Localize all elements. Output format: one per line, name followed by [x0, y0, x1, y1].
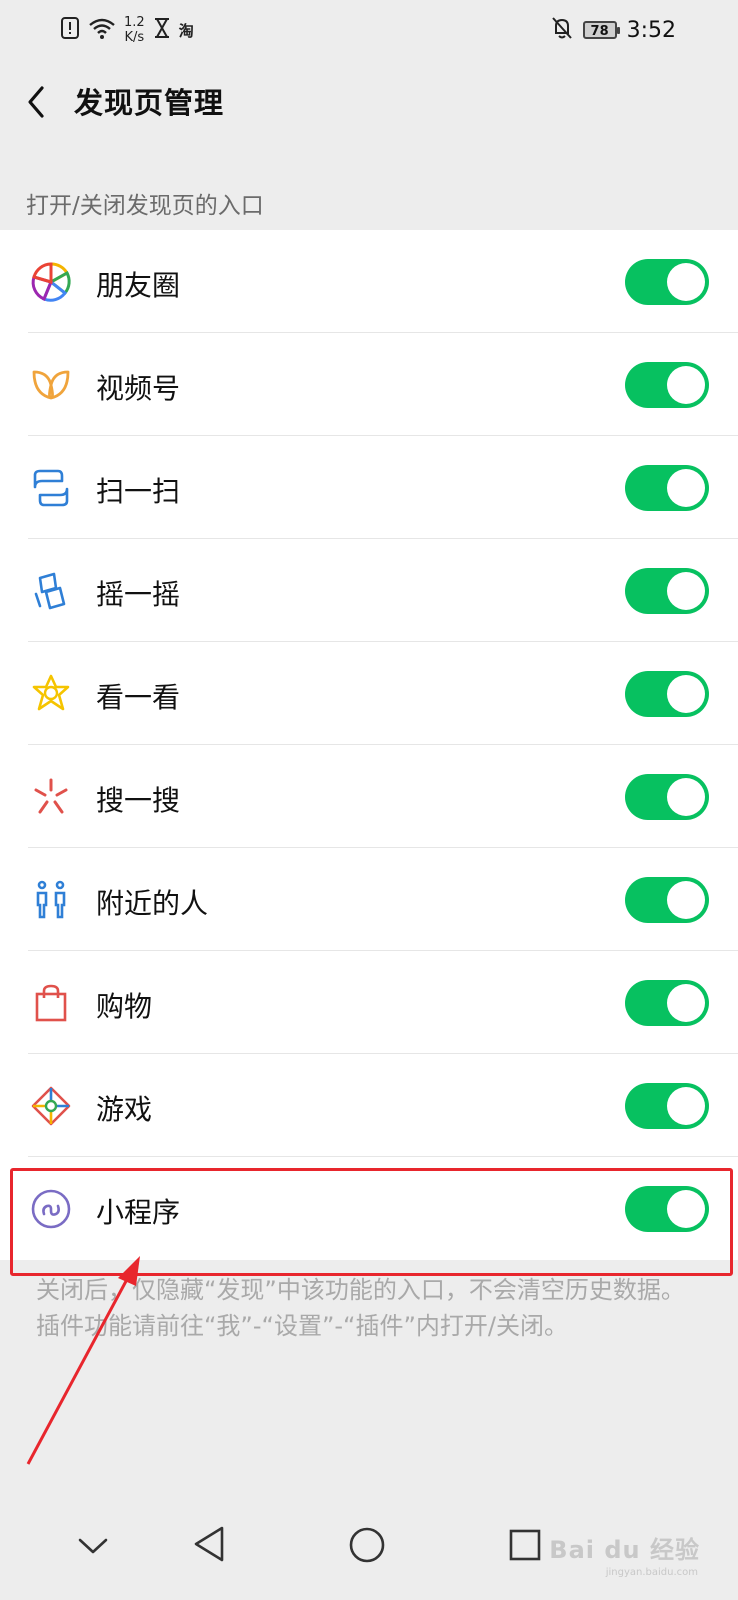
- toggle-knob: [667, 778, 705, 816]
- title-bar: 发现页管理: [0, 58, 738, 146]
- toggle-knob: [667, 572, 705, 610]
- people-nearby-icon: [30, 879, 72, 921]
- item-label: 扫一扫: [96, 475, 181, 508]
- top-stories-icon: [30, 673, 72, 715]
- battery-indicator: 78: [582, 21, 620, 39]
- wifi-icon: [88, 17, 116, 43]
- list-item-moments[interactable]: 朋友圈: [0, 230, 738, 333]
- shopping-icon: [30, 982, 72, 1024]
- item-label: 视频号: [96, 372, 181, 405]
- bell-muted-icon: [551, 16, 573, 44]
- list-item-shake[interactable]: 摇一摇: [0, 539, 738, 642]
- toggle-switch[interactable]: [625, 774, 709, 820]
- hide-keyboard-icon[interactable]: [76, 1534, 110, 1558]
- toggle-switch[interactable]: [625, 1083, 709, 1129]
- list-item-channels[interactable]: 视频号: [0, 333, 738, 436]
- home-nav-icon[interactable]: [348, 1526, 386, 1564]
- toggle-switch[interactable]: [625, 671, 709, 717]
- clock: 3:52: [626, 17, 676, 43]
- status-bar: 1.2 K/s 淘 78 3:52: [0, 0, 738, 58]
- toggle-knob: [667, 469, 705, 507]
- speed-unit: K/s: [124, 30, 145, 45]
- toggle-switch[interactable]: [625, 362, 709, 408]
- list-item-people-nearby[interactable]: 附近的人: [0, 848, 738, 951]
- toggle-knob: [667, 675, 705, 713]
- toggle-knob: [667, 263, 705, 301]
- toggle-switch[interactable]: [625, 259, 709, 305]
- games-icon: [30, 1085, 72, 1127]
- toggle-switch[interactable]: [625, 568, 709, 614]
- toggle-switch[interactable]: [625, 877, 709, 923]
- watermark-logo: Bai du 经验: [549, 1536, 700, 1564]
- list-item-scan[interactable]: 扫一扫: [0, 436, 738, 539]
- item-label: 看一看: [96, 681, 181, 714]
- list-item-top-stories[interactable]: 看一看: [0, 642, 738, 745]
- moments-icon: [30, 261, 72, 303]
- back-icon[interactable]: [22, 82, 52, 122]
- shake-icon: [30, 570, 72, 612]
- toggle-knob: [667, 984, 705, 1022]
- scan-icon: [30, 467, 72, 509]
- toggle-knob: [667, 881, 705, 919]
- item-label: 附近的人: [96, 887, 209, 920]
- speed-value: 1.2: [124, 15, 145, 30]
- channels-icon: [30, 364, 72, 406]
- hourglass-icon: [153, 17, 171, 43]
- item-label: 购物: [96, 990, 153, 1023]
- list-item-search[interactable]: 搜一搜: [0, 745, 738, 848]
- search-icon: [30, 776, 72, 818]
- network-speed: 1.2 K/s: [124, 15, 145, 45]
- toggle-knob: [667, 366, 705, 404]
- back-nav-icon[interactable]: [192, 1524, 226, 1564]
- arrow-annotation: [26, 1256, 140, 1465]
- toggle-knob: [667, 1087, 705, 1125]
- list-item-shopping[interactable]: 购物: [0, 951, 738, 1054]
- alert-icon: [60, 16, 80, 44]
- list-item-games[interactable]: 游戏: [0, 1054, 738, 1157]
- watermark-url: jingyan.baidu.com: [605, 1567, 698, 1578]
- item-label: 朋友圈: [96, 269, 181, 302]
- section-label: 打开/关闭发现页的入口: [26, 193, 264, 219]
- item-label: 搜一搜: [96, 784, 181, 817]
- toggle-switch[interactable]: [625, 465, 709, 511]
- taobao-notification-icon: 淘: [178, 21, 194, 40]
- discover-entries-list: 朋友圈 视频号 扫一扫 摇一摇 看一看 搜一搜 附近的人 购物 游戏 小程序: [0, 230, 738, 1260]
- page-title: 发现页管理: [74, 86, 225, 120]
- toggle-switch[interactable]: [625, 980, 709, 1026]
- item-label: 摇一摇: [96, 578, 181, 611]
- item-label: 游戏: [96, 1093, 153, 1126]
- recents-nav-icon[interactable]: [508, 1528, 542, 1562]
